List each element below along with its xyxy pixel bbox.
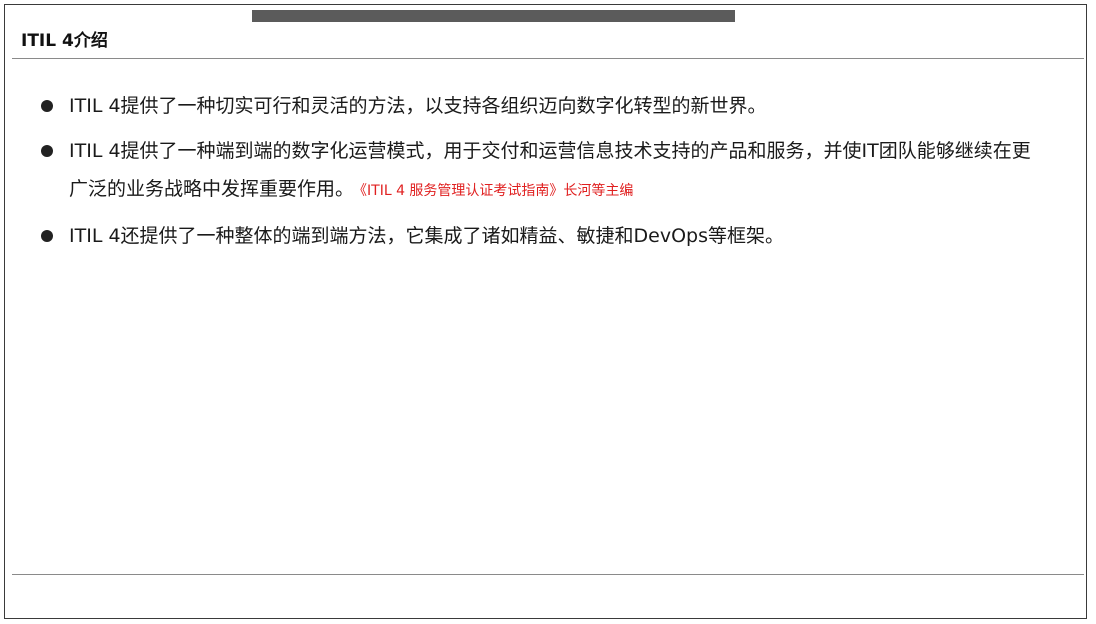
slide-title: ITIL 4介绍 [21,31,108,51]
bullet-list: ITIL 4提供了一种切实可行和灵活的方法，以支持各组织迈向数字化转型的新世界。… [39,87,1049,262]
bullet-dot-icon [41,230,53,242]
slide-frame: ITIL 4介绍 ITIL 4提供了一种切实可行和灵活的方法，以支持各组织迈向数… [4,4,1087,619]
title-divider [12,58,1084,59]
citation-text: 《ITIL 4 服务管理认证考试指南》长河等主编 [360,183,634,199]
bullet-dot-icon [41,145,53,157]
header-bar [252,10,735,22]
bullet-dot-icon [41,100,53,112]
bullet-text: ITIL 4还提供了一种整体的端到端方法，它集成了诸如精益、敏捷和DevOps等… [69,225,785,247]
bullet-item: ITIL 4还提供了一种整体的端到端方法，它集成了诸如精益、敏捷和DevOps等… [39,217,1049,255]
bullet-item: ITIL 4提供了一种端到端的数字化运营模式，用于交付和运营信息技术支持的产品和… [39,132,1049,210]
bullet-text: ITIL 4提供了一种切实可行和灵活的方法，以支持各组织迈向数字化转型的新世界。 [69,95,767,117]
footer-divider [12,574,1084,575]
bullet-item: ITIL 4提供了一种切实可行和灵活的方法，以支持各组织迈向数字化转型的新世界。 [39,87,1049,125]
